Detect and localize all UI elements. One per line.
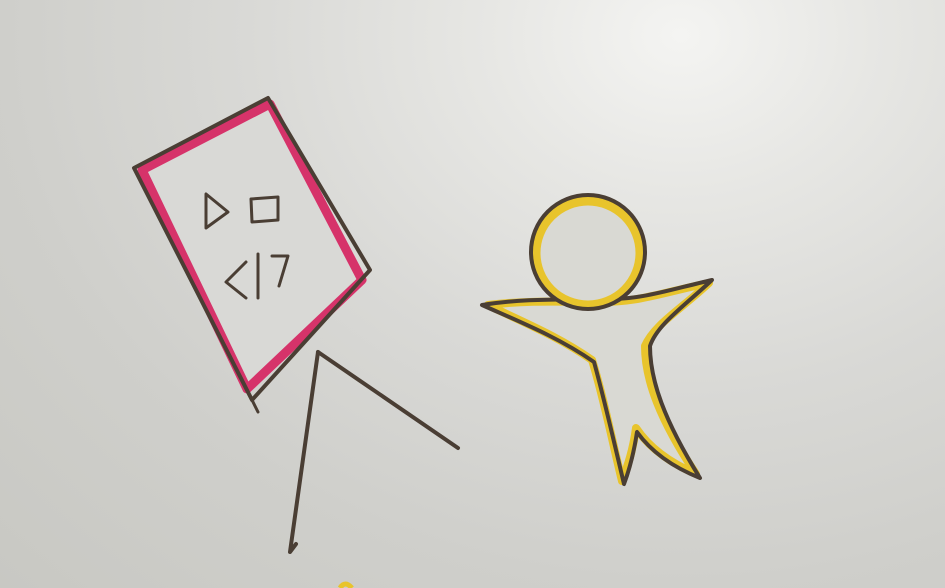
easel-back-leg	[316, 350, 460, 450]
bottom-mark	[337, 581, 354, 588]
sketch-drawing	[132, 96, 714, 588]
easel-front-leg	[288, 350, 320, 554]
sketch-canvas	[0, 0, 945, 588]
easel-legs	[288, 350, 460, 554]
person-figure	[480, 193, 714, 486]
person-head	[531, 196, 645, 310]
board-corner-tick	[250, 398, 260, 414]
